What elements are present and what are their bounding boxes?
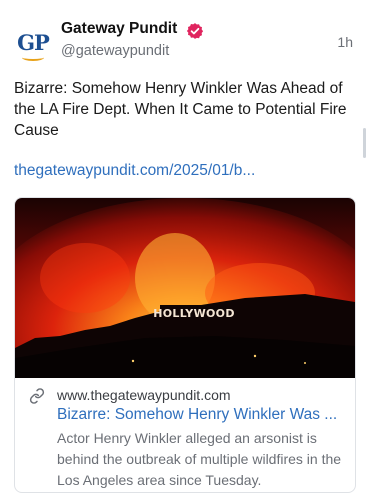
scrollbar-thumb[interactable] — [363, 128, 366, 158]
post-link[interactable]: thegatewaypundit.com/2025/01/b... — [14, 162, 255, 180]
verified-badge-icon — [186, 23, 204, 39]
author-name[interactable]: Gateway Pundit — [61, 20, 177, 38]
link-icon — [29, 388, 45, 404]
avatar[interactable]: GP — [14, 24, 52, 61]
post-text: Bizarre: Somehow Henry Winkler Was Ahead… — [14, 80, 347, 139]
hollywood-sign: HOLLYWOOD — [153, 305, 235, 320]
card-description: Actor Henry Winkler alleged an arsonist … — [57, 430, 342, 488]
card-title[interactable]: Bizarre: Somehow Henry Winkler Was ... — [57, 406, 347, 424]
card-domain: www.thegatewaypundit.com — [57, 387, 231, 403]
card-body[interactable]: www.thegatewaypundit.com Bizarre: Someho… — [15, 378, 355, 492]
hollywood-sign-text: HOLLYWOOD — [153, 307, 235, 320]
author-handle[interactable]: @gatewaypundit — [61, 43, 169, 59]
post-timestamp[interactable]: 1h — [337, 34, 353, 50]
post-card[interactable]: GP Gateway Pundit @gatewaypundit 1h Biza… — [0, 0, 369, 500]
avatar-logo-text: GP — [17, 29, 50, 55]
avatar-swoosh — [22, 54, 44, 61]
link-preview-card[interactable]: HOLLYWOOD www.thegatewaypundit.com Bizar… — [14, 197, 356, 493]
card-image: HOLLYWOOD — [15, 198, 355, 378]
